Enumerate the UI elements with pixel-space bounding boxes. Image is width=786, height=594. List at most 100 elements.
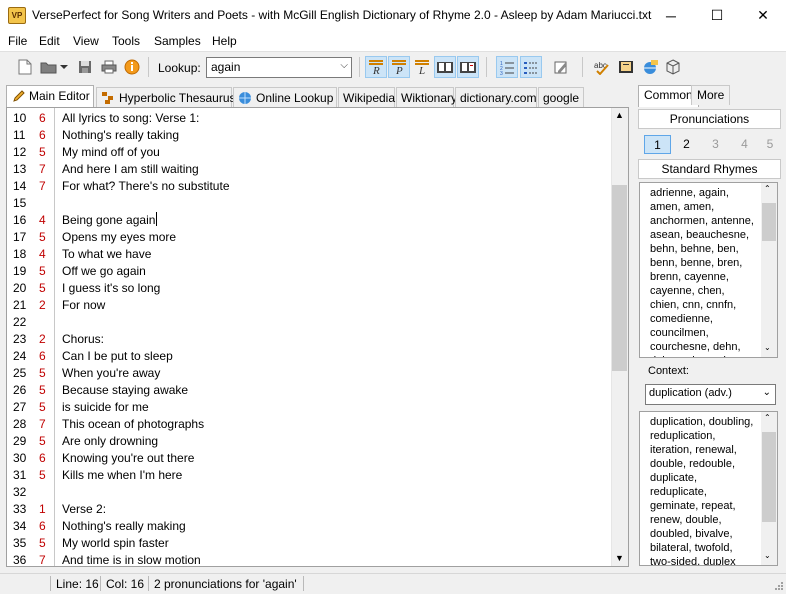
synonym-list-item[interactable]: reduplicate,: [650, 485, 762, 499]
lookup-combobox[interactable]: again ⌵: [206, 57, 352, 78]
line-text[interactable]: Opens my eyes more: [62, 229, 176, 246]
rhyme-list-item[interactable]: councilmen,: [650, 326, 762, 340]
line-text[interactable]: Being gone again: [62, 212, 158, 229]
synonym-list-item[interactable]: double, redouble,: [650, 457, 762, 471]
rhyme-list-item[interactable]: comedienne,: [650, 312, 762, 326]
line-text[interactable]: Knowing you're out there: [62, 450, 194, 467]
tab-main-editor[interactable]: Main Editor: [6, 85, 94, 108]
line-text[interactable]: Because staying awake: [62, 382, 188, 399]
menu-file[interactable]: File: [8, 34, 27, 48]
line-text[interactable]: Can I be put to sleep: [62, 348, 173, 365]
rhyme-list-item[interactable]: anchormen, antenne,: [650, 214, 762, 228]
scroll-down-icon[interactable]: ⌄: [764, 551, 771, 560]
synonym-list-item[interactable]: iteration, renewal,: [650, 443, 762, 457]
rhyme-r-icon[interactable]: R: [365, 56, 387, 78]
rhyme-list-item[interactable]: amen, amen,: [650, 200, 762, 214]
menu-samples[interactable]: Samples: [154, 34, 201, 48]
maximize-button[interactable]: ☐: [694, 0, 740, 31]
line-text[interactable]: For what? There's no substitute: [62, 178, 230, 195]
edit-note-icon[interactable]: [550, 56, 572, 78]
syllable-count-icon[interactable]: [520, 56, 542, 78]
rhyme-list-item[interactable]: courchesne, dehn,: [650, 340, 762, 354]
cube-icon[interactable]: [662, 56, 684, 78]
line-text[interactable]: All lyrics to song: Verse 1:: [62, 110, 199, 127]
rhyme-list-item[interactable]: benn, benne, bren,: [650, 256, 762, 270]
synonym-list-item[interactable]: geminate, repeat,: [650, 499, 762, 513]
scroll-up-icon[interactable]: ▲: [615, 110, 624, 120]
rhyme-list-item[interactable]: behn, behne, ben,: [650, 242, 762, 256]
tab-hyperbolic-thesaurus[interactable]: Hyperbolic Thesaurus: [96, 87, 236, 107]
line-text[interactable]: And time is in slow motion: [62, 552, 201, 566]
scroll-up-icon[interactable]: ⌃: [764, 184, 771, 193]
minimize-button[interactable]: ─: [648, 0, 694, 31]
rhymes-scrollbar[interactable]: ⌃ ⌄: [761, 183, 777, 357]
rhyme-list-item[interactable]: asean, beauchesne,: [650, 228, 762, 242]
menu-view[interactable]: View: [73, 34, 99, 48]
menu-edit[interactable]: Edit: [39, 34, 60, 48]
line-text[interactable]: To what we have: [62, 246, 151, 263]
line-text[interactable]: This ocean of photographs: [62, 416, 204, 433]
tab-common[interactable]: Common: [638, 85, 699, 107]
line-text[interactable]: Chorus:: [62, 331, 104, 348]
rhymes-scroll-thumb[interactable]: [762, 203, 776, 241]
rhyme-list-item[interactable]: delmonaham, den: [650, 354, 762, 357]
synonym-list-item[interactable]: bilateral, twofold,: [650, 541, 762, 555]
context-synonyms-list[interactable]: duplication, doubling, reduplication, iter…: [639, 411, 778, 566]
numbered-list-icon[interactable]: 123: [496, 56, 518, 78]
synonym-list-item[interactable]: duplicate,: [650, 471, 762, 485]
line-text[interactable]: My mind off of you: [62, 144, 160, 161]
spell-check-icon[interactable]: abc: [591, 56, 613, 78]
context-combobox[interactable]: duplication (adv.) ⌄: [645, 384, 776, 405]
tab-more[interactable]: More: [691, 85, 731, 105]
close-button[interactable]: ✕: [740, 0, 786, 31]
synonym-list-item[interactable]: reduplication,: [650, 429, 762, 443]
dictionary-book-icon[interactable]: [434, 56, 456, 78]
synonyms-scroll-thumb[interactable]: [762, 432, 776, 522]
line-text[interactable]: For now: [62, 297, 105, 314]
rhymes-list[interactable]: adrienne, again, amen, amen, anchormen, an…: [639, 182, 778, 358]
line-text[interactable]: My world spin faster: [62, 535, 169, 552]
line-text[interactable]: When you're away: [62, 365, 160, 382]
line-text[interactable]: Are only drowning: [62, 433, 158, 450]
open-dropdown-arrow-icon[interactable]: [58, 56, 70, 78]
scroll-up-icon[interactable]: ⌃: [764, 413, 771, 422]
line-text[interactable]: And here I am still waiting: [62, 161, 199, 178]
line-text[interactable]: I guess it's so long: [62, 280, 160, 297]
lyrics-editor[interactable]: 10 6 All lyrics to song: Verse 1: 11 6 Nothin…: [6, 107, 629, 567]
thesaurus-book-icon[interactable]: [457, 56, 479, 78]
info-icon[interactable]: [121, 56, 143, 78]
rhyme-list-item[interactable]: cayenne, chen,: [650, 284, 762, 298]
synonyms-scrollbar[interactable]: ⌃ ⌄: [761, 412, 777, 565]
tab-online-lookup[interactable]: Online Lookup: [233, 87, 337, 107]
line-text[interactable]: Verse 2:: [62, 501, 106, 518]
line-text[interactable]: Nothing's really taking: [62, 127, 179, 144]
rhyme-p-icon[interactable]: P: [388, 56, 410, 78]
tab-wikipedia[interactable]: Wikipedia: [338, 87, 395, 107]
save-disk-icon[interactable]: [74, 56, 96, 78]
new-file-icon[interactable]: [14, 56, 36, 78]
synonym-list-item[interactable]: duplication, doubling,: [650, 415, 762, 429]
speech-globe-icon[interactable]: [639, 56, 661, 78]
tab-dictionary-com[interactable]: dictionary.com: [455, 87, 537, 107]
scroll-down-icon[interactable]: ⌄: [764, 343, 771, 352]
line-text[interactable]: is suicide for me: [62, 399, 149, 416]
synonym-list-item[interactable]: doubled, bivalve,: [650, 527, 762, 541]
rhyme-list-item[interactable]: brenn, cayenne,: [650, 270, 762, 284]
pronunciation-2[interactable]: 2: [673, 135, 700, 154]
line-text[interactable]: Kills me when I'm here: [62, 467, 182, 484]
editor-scroll-thumb[interactable]: [612, 185, 627, 371]
synonym-list-item[interactable]: renew, double,: [650, 513, 762, 527]
print-icon[interactable]: [98, 56, 120, 78]
rhyme-l-icon[interactable]: L: [411, 56, 433, 78]
rhyme-list-item[interactable]: chien, cnn, cnnfn,: [650, 298, 762, 312]
synonym-list-item[interactable]: two-sided, duplex: [650, 555, 762, 565]
resize-grip-icon[interactable]: [772, 579, 784, 591]
menu-tools[interactable]: Tools: [112, 34, 140, 48]
menu-help[interactable]: Help: [212, 34, 237, 48]
line-text[interactable]: Nothing's really making: [62, 518, 186, 535]
line-text[interactable]: Off we go again: [62, 263, 146, 280]
scroll-down-icon[interactable]: ▼: [615, 553, 624, 563]
rhyme-list-item[interactable]: adrienne, again,: [650, 186, 762, 200]
tab-wiktionary[interactable]: Wiktionary: [396, 87, 457, 107]
pronunciation-1[interactable]: 1: [644, 135, 671, 154]
